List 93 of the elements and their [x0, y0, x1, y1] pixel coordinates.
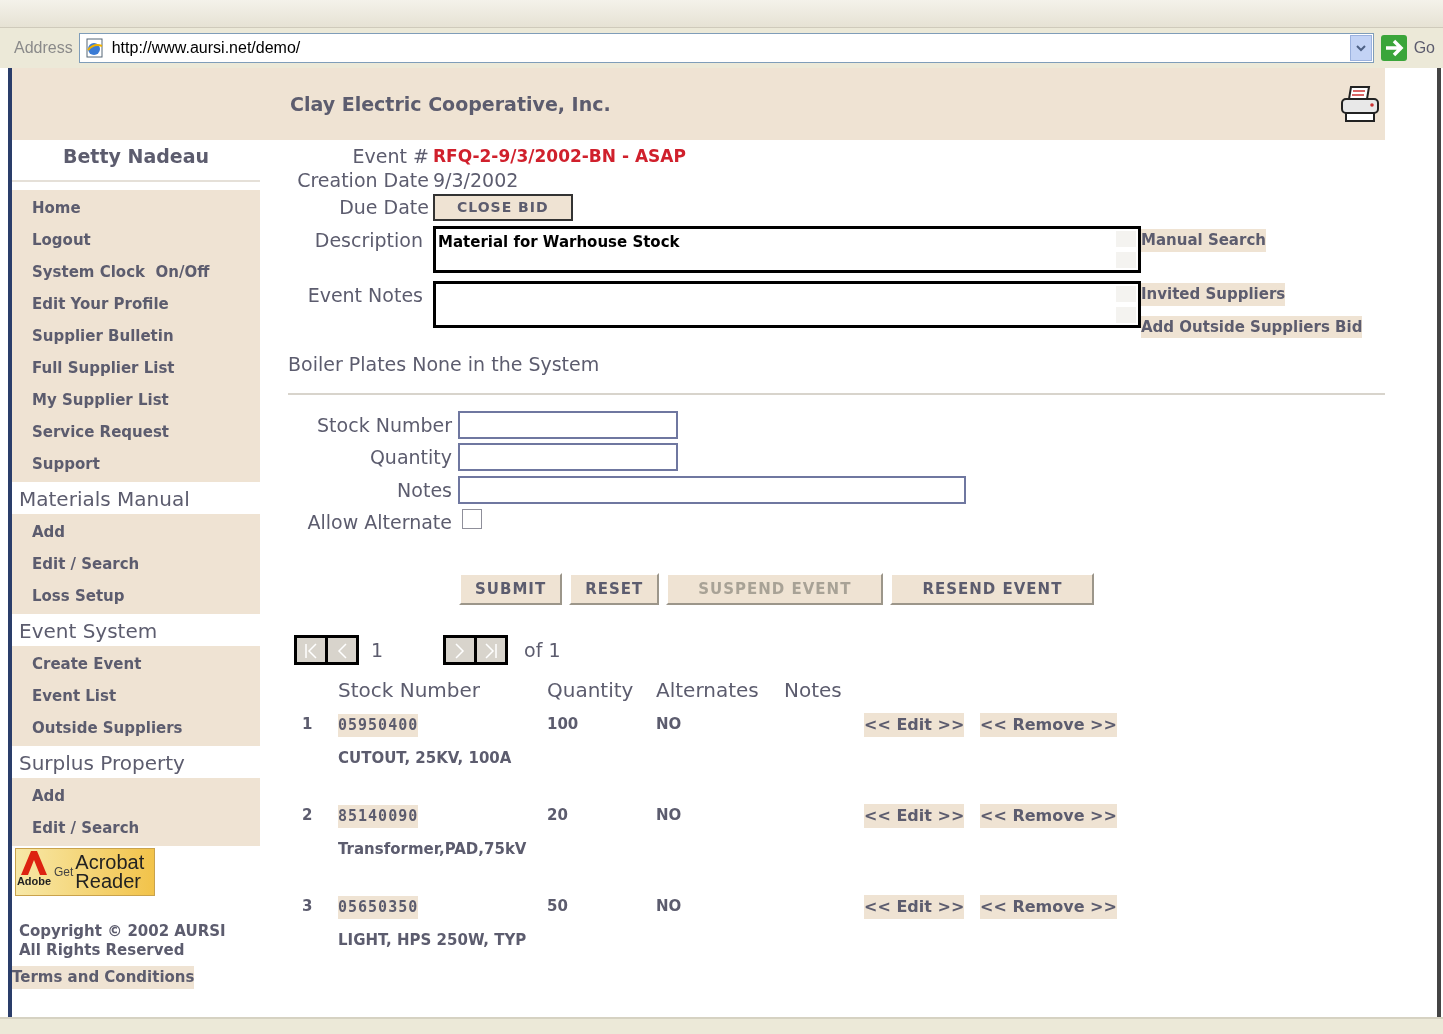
menu-link[interactable]: Service Request	[12, 416, 260, 448]
alternate-label: Allow Alternate	[306, 510, 453, 535]
menu-heading: Surplus Property	[18, 750, 186, 777]
column-header: Notes	[784, 677, 843, 704]
menu-heading: Materials Manual	[18, 486, 191, 513]
event-notes-label: Event Notes	[306, 283, 424, 308]
menu-link[interactable]: Add	[12, 516, 260, 548]
user-name: Betty Nadeau	[12, 140, 260, 182]
alternates-cell-text: NO	[656, 805, 683, 826]
manual-search-link[interactable]: Manual Search	[1141, 229, 1266, 252]
menu-link[interactable]: Home	[12, 192, 260, 224]
brand-label: Adobe	[16, 875, 52, 887]
item-description: CUTOUT, 25KV, 100A	[338, 748, 513, 769]
quantity-cell-text: 20	[547, 805, 569, 826]
invited-suppliers-link[interactable]: Invited Suppliers	[1141, 283, 1286, 306]
terms-link[interactable]: Terms and Conditions	[12, 966, 195, 989]
stock-number: 05950400	[338, 714, 419, 737]
company-title: Clay Electric Cooperative, Inc.	[290, 91, 611, 117]
edit-link[interactable]: << Edit >>	[864, 804, 965, 828]
alternates-cell-text: NO	[656, 896, 683, 917]
notes-input[interactable]	[458, 475, 966, 504]
quantity-cell-text: 50	[547, 896, 569, 917]
item-description: Transformer,PAD,75kV	[338, 839, 528, 860]
caret-icon[interactable]	[1354, 43, 1367, 53]
menu-link[interactable]: Edit Your Profile	[12, 288, 260, 320]
printer-icon[interactable]	[1339, 83, 1381, 125]
edit-link[interactable]: << Edit >>	[864, 895, 965, 919]
description-field[interactable]: Material for Warhouse Stock	[433, 226, 1141, 273]
text-input[interactable]	[458, 410, 678, 439]
copyright-text: Copyright © 2002 AURSI	[19, 922, 227, 941]
menu-link[interactable]: Edit / Search	[12, 812, 260, 844]
alternates-cell-text: NO	[656, 714, 683, 735]
menu-link[interactable]: Supplier Bulletin	[12, 320, 260, 352]
menu-link[interactable]: Create Event	[12, 648, 260, 680]
creation-label: Creation Date	[296, 168, 430, 192]
notes-field[interactable]	[433, 281, 1141, 328]
page-number: 1	[371, 637, 384, 663]
menu-link[interactable]: Outside Suppliers	[12, 712, 260, 744]
field-label: Quantity	[368, 445, 453, 470]
due-label: Due Date	[338, 195, 430, 220]
action-button[interactable]: SUBMIT	[459, 572, 563, 605]
menu-link[interactable]: Event List	[12, 680, 260, 712]
event-number: RFQ-2-9/3/2002-BN - ASAP	[433, 145, 687, 168]
address-field[interactable]: http://www.aursi.net/demo/	[78, 33, 1374, 63]
event-label: Event #	[351, 144, 430, 168]
go-label[interactable]: Go	[1413, 36, 1435, 60]
text-input[interactable]	[458, 443, 678, 472]
creation-date: 9/3/2002	[433, 168, 520, 192]
column-header: Stock Number	[338, 677, 482, 704]
add-outside-bid-link[interactable]: Add Outside Suppliers Bid	[1141, 315, 1363, 338]
close-bid-button[interactable]: CLOSE BID	[433, 194, 573, 221]
boiler-plates-text: Boiler Plates None in the System	[288, 352, 601, 377]
copyright-text: All Rights Reserved	[19, 941, 186, 960]
item-description: LIGHT, HPS 250W, TYP	[338, 930, 528, 951]
scrollbar[interactable]	[1114, 229, 1138, 270]
menu-link[interactable]: Support	[12, 448, 260, 480]
scrollbar[interactable]	[1114, 284, 1138, 325]
next-page-buttons[interactable]	[443, 635, 509, 665]
remove-link[interactable]: << Remove >>	[980, 804, 1117, 828]
field-label: Stock Number	[316, 412, 453, 438]
checkbox[interactable]	[462, 508, 482, 529]
row-number: 1	[301, 714, 314, 735]
page-icon	[83, 37, 106, 59]
action-button[interactable]: RESEND EVENT	[890, 572, 1095, 605]
menu-link[interactable]: Edit / Search	[12, 548, 260, 580]
dropdown-button[interactable]	[1349, 35, 1372, 61]
quantity-cell-text: 100	[547, 714, 580, 735]
menu-link[interactable]: Add	[12, 780, 260, 812]
column-header: Quantity	[547, 677, 635, 704]
address-label: Address	[14, 38, 73, 58]
row-number: 3	[301, 896, 314, 917]
stock-number: 85140090	[338, 805, 419, 828]
menu-heading: Event System	[18, 618, 159, 645]
field-label: Notes	[396, 477, 453, 503]
menu-link[interactable]: My Supplier List	[12, 384, 260, 416]
logo-icon	[19, 851, 49, 875]
edit-link[interactable]: << Edit >>	[864, 713, 965, 737]
remove-link[interactable]: << Remove >>	[980, 895, 1117, 919]
description-label: Description	[313, 228, 424, 253]
prev-page-buttons[interactable]	[294, 635, 359, 665]
menu-link[interactable]: Logout	[12, 224, 260, 256]
reader-label: Reader	[75, 872, 142, 891]
product-label: Acrobat	[75, 853, 145, 872]
page-count: of 1	[524, 637, 561, 663]
action-button[interactable]: RESET	[569, 572, 660, 605]
menu-link[interactable]: System Clock On/Off	[12, 256, 260, 288]
column-header: Alternates	[656, 677, 760, 704]
menu-link[interactable]: Full Supplier List	[12, 352, 260, 384]
get-label: Get	[54, 864, 74, 881]
row-number: 2	[301, 805, 314, 826]
menu-link[interactable]: Loss Setup	[12, 580, 260, 612]
remove-link[interactable]: << Remove >>	[980, 713, 1117, 737]
stock-number: 05650350	[338, 896, 419, 919]
